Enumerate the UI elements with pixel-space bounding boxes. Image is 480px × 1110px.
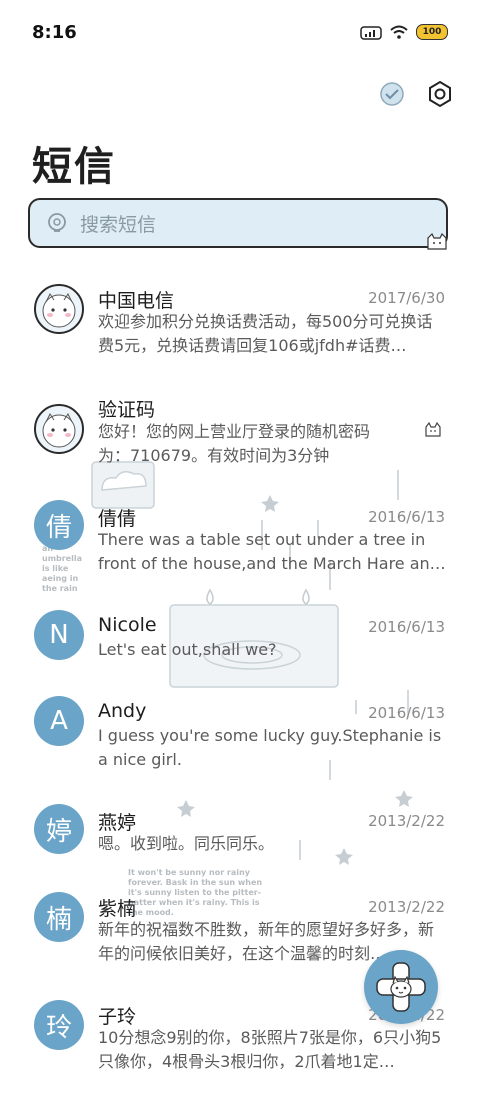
message-date: 2016/6/13 [368,704,445,722]
message-date: 2017/6/30 [368,289,445,307]
message-preview: Let's eat out,shall we? [98,640,277,659]
message-date: 2013/2/22 [368,898,445,916]
compose-cat-icon [376,962,426,1012]
signal-icon [360,26,382,40]
status-icons: 100 [360,24,448,40]
message-preview: There was a table set out under a tree i… [98,530,446,573]
avatar: 玲 [34,1000,84,1050]
battery-icon: 100 [416,24,448,40]
top-actions [378,80,454,108]
search-input[interactable]: 搜索短信 [28,198,448,250]
conversation-row[interactable]: 中国电信 2017/6/30 欢迎参加积分兑换话费活动，每500分可兑换话费5元… [0,280,480,390]
cat-sticker-icon [427,232,447,250]
avatar: A [34,696,84,746]
avatar: 楠 [34,892,84,942]
compose-button[interactable] [364,950,438,1024]
message-date: 2013/2/22 [368,812,445,830]
mark-read-button[interactable] [378,80,406,108]
contact-name: 紫楠 [98,898,137,920]
avatar [34,404,84,454]
avatar: 婷 [34,804,84,854]
contact-name: 验证码 [98,399,156,421]
gear-icon [429,80,451,108]
cat-face-icon [425,422,441,437]
page-title: 短信 [32,144,116,190]
message-preview: I guess you're some lucky guy.Stephanie … [98,726,442,769]
message-preview: 嗯。收到啦。同乐同乐。 [98,834,275,853]
message-preview: 欢迎参加积分兑换话费活动，每500分可兑换话费5元，兑换话费请回复106或jfd… [98,312,433,355]
conversation-row[interactable]: 倩 倩倩 2016/6/13 There was a table set out… [0,500,480,610]
contact-name: 倩倩 [98,508,137,530]
message-date: 2016/6/13 [368,508,445,526]
search-placeholder: 搜索短信 [80,213,157,236]
avatar [34,284,84,334]
contact-name: Andy [98,700,147,722]
search-icon [48,213,66,232]
message-preview: 您好！您的网上营业厅登录的随机密码为：710679。有效时间为3分钟 [98,422,371,465]
wifi-icon [390,25,408,39]
check-circle-icon [380,82,404,106]
avatar: N [34,610,84,660]
contact-name: 子玲 [98,1006,137,1028]
contact-name: 燕婷 [98,812,137,834]
message-date: 2016/6/13 [368,618,445,636]
status-bar: 8:16 100 [0,0,480,68]
contact-name: 中国电信 [98,290,175,312]
settings-button[interactable] [426,80,454,108]
avatar: 倩 [34,500,84,550]
conversation-row[interactable]: A Andy 2016/6/13 I guess you're some luc… [0,696,480,806]
cat-avatar-icon [42,413,76,448]
status-time: 8:16 [32,22,77,43]
conversation-row[interactable]: 验证码 您好！您的网上营业厅登录的随机密码为：710679。有效时间为3分钟 [0,390,480,500]
cat-avatar-icon [42,293,76,328]
contact-name: Nicole [98,614,157,636]
